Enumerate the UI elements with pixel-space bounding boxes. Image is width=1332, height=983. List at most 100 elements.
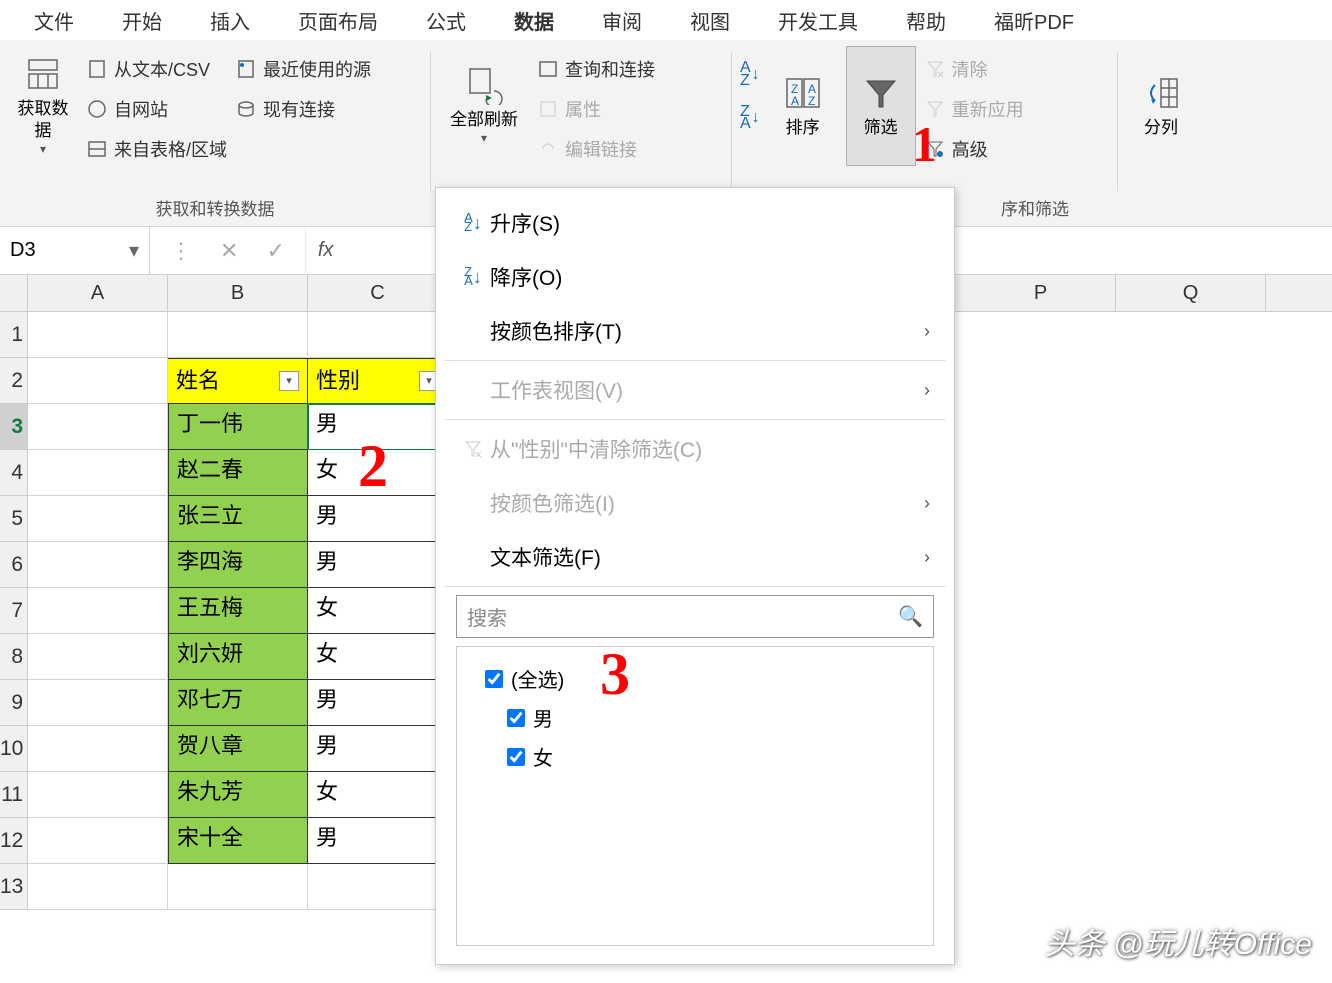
recent-sources-button[interactable]: 最近使用的源 [235, 56, 371, 82]
col-header-Q[interactable]: Q [1116, 275, 1266, 311]
from-table-button[interactable]: 来自表格/区域 [86, 136, 227, 162]
tab-pdf[interactable]: 福昕PDF [970, 0, 1098, 43]
table-cell[interactable]: 邓七万 [168, 680, 308, 726]
from-text-csv-button[interactable]: 从文本/CSV [86, 56, 227, 82]
row-header[interactable]: 7 [0, 588, 28, 634]
table-cell[interactable]: 女 [308, 588, 448, 634]
table-cell[interactable]: 男 [308, 818, 448, 864]
col-header-A[interactable]: A [28, 275, 168, 311]
refresh-all-button[interactable]: 全部刷新 ▾ [439, 46, 529, 166]
sort-button[interactable]: ZAAZ 排序 [768, 46, 838, 166]
menu-sort-desc[interactable]: ZA↓降序(O) [436, 250, 954, 304]
cell[interactable] [28, 450, 168, 496]
col-header-P[interactable]: P [966, 275, 1116, 311]
table-cell[interactable]: 女 [308, 450, 448, 496]
table-cell[interactable]: 宋十全 [168, 818, 308, 864]
table-cell[interactable]: 刘六妍 [168, 634, 308, 680]
name-box[interactable]: D3▾ [0, 227, 150, 274]
tab-home[interactable]: 开始 [98, 0, 186, 43]
select-all-corner[interactable] [0, 275, 28, 311]
table-cell[interactable]: 男 [308, 404, 448, 450]
table-header-gender[interactable]: 性别▾ [308, 358, 448, 404]
cell[interactable] [28, 404, 168, 450]
tab-layout[interactable]: 页面布局 [274, 0, 402, 43]
filter-button[interactable]: 筛选 [846, 46, 916, 166]
row-header[interactable]: 9 [0, 680, 28, 726]
table-cell[interactable]: 男 [308, 726, 448, 772]
sort-asc-icon[interactable]: AZ↓ [740, 62, 760, 88]
filter-dropdown-icon[interactable]: ▾ [279, 371, 299, 391]
fx-icon[interactable]: fx [306, 239, 346, 262]
row-header[interactable]: 3 [0, 404, 28, 450]
check-select-all[interactable]: (全选) [471, 659, 919, 698]
get-data-button[interactable]: 获取数 据 ▾ [8, 46, 78, 166]
cell[interactable] [28, 772, 168, 818]
tab-file[interactable]: 文件 [10, 0, 98, 43]
accept-check-icon[interactable]: ✓ [266, 238, 284, 264]
col-header-B[interactable]: B [168, 275, 308, 311]
cell[interactable] [168, 864, 308, 910]
row-header[interactable]: 4 [0, 450, 28, 496]
row-header[interactable]: 2 [0, 358, 28, 404]
filter-search-input[interactable]: 搜索🔍 [456, 595, 934, 638]
row-header[interactable]: 1 [0, 312, 28, 358]
check-option[interactable]: 女 [471, 737, 919, 776]
tab-review[interactable]: 审阅 [578, 0, 666, 43]
expand-icon[interactable]: ⋮ [170, 238, 192, 264]
table-cell[interactable]: 男 [308, 680, 448, 726]
chevron-down-icon[interactable]: ▾ [129, 238, 139, 263]
cell[interactable] [28, 634, 168, 680]
row-header[interactable]: 12 [0, 818, 28, 864]
table-header-name[interactable]: 姓名▾ [168, 358, 308, 404]
tab-view[interactable]: 视图 [666, 0, 754, 43]
table-cell[interactable]: 丁一伟 [168, 404, 308, 450]
table-cell[interactable]: 男 [308, 542, 448, 588]
table-cell[interactable]: 女 [308, 772, 448, 818]
cell[interactable] [28, 542, 168, 588]
table-cell[interactable]: 张三立 [168, 496, 308, 542]
cell[interactable] [168, 312, 308, 358]
table-cell[interactable]: 男 [308, 496, 448, 542]
queries-connections-button[interactable]: 查询和连接 [537, 56, 655, 82]
text-to-columns-button[interactable]: 分列 [1126, 46, 1196, 166]
tab-formulas[interactable]: 公式 [402, 0, 490, 43]
edit-links-button[interactable]: 编辑链接 [537, 136, 655, 162]
tab-insert[interactable]: 插入 [186, 0, 274, 43]
from-web-button[interactable]: 自网站 [86, 96, 227, 122]
row-header[interactable]: 8 [0, 634, 28, 680]
row-header[interactable]: 5 [0, 496, 28, 542]
cell[interactable] [28, 588, 168, 634]
row-header[interactable]: 13 [0, 864, 28, 910]
tab-help[interactable]: 帮助 [882, 0, 970, 43]
check-option[interactable]: 男 [471, 698, 919, 737]
table-cell[interactable]: 女 [308, 634, 448, 680]
col-header-C[interactable]: C [308, 275, 448, 311]
row-header[interactable]: 11 [0, 772, 28, 818]
tab-data[interactable]: 数据 [490, 0, 578, 43]
cell[interactable] [28, 818, 168, 864]
row-header[interactable]: 6 [0, 542, 28, 588]
cell[interactable] [28, 726, 168, 772]
advanced-filter-button[interactable]: 高级 [924, 136, 1024, 162]
sort-desc-icon[interactable]: ZA↓ [740, 106, 760, 132]
reapply-filter-button[interactable]: 重新应用 [924, 96, 1024, 122]
tab-developer[interactable]: 开发工具 [754, 0, 882, 43]
cell[interactable] [308, 864, 448, 910]
menu-sort-by-color[interactable]: 按颜色排序(T)› [436, 304, 954, 358]
table-cell[interactable]: 李四海 [168, 542, 308, 588]
row-header[interactable]: 10 [0, 726, 28, 772]
existing-connections-button[interactable]: 现有连接 [235, 96, 371, 122]
properties-button[interactable]: 属性 [537, 96, 655, 122]
table-cell[interactable]: 朱九芳 [168, 772, 308, 818]
cell[interactable] [28, 358, 168, 404]
cancel-x-icon[interactable]: ✕ [220, 238, 238, 264]
table-cell[interactable]: 王五梅 [168, 588, 308, 634]
cell[interactable] [28, 496, 168, 542]
menu-sort-asc[interactable]: AZ↓升序(S) [436, 196, 954, 250]
clear-filter-button[interactable]: 清除 [924, 56, 1024, 82]
cell[interactable] [28, 312, 168, 358]
cell[interactable] [28, 680, 168, 726]
cell[interactable] [308, 312, 448, 358]
cell[interactable] [28, 864, 168, 910]
menu-text-filter[interactable]: 文本筛选(F)› [436, 530, 954, 584]
